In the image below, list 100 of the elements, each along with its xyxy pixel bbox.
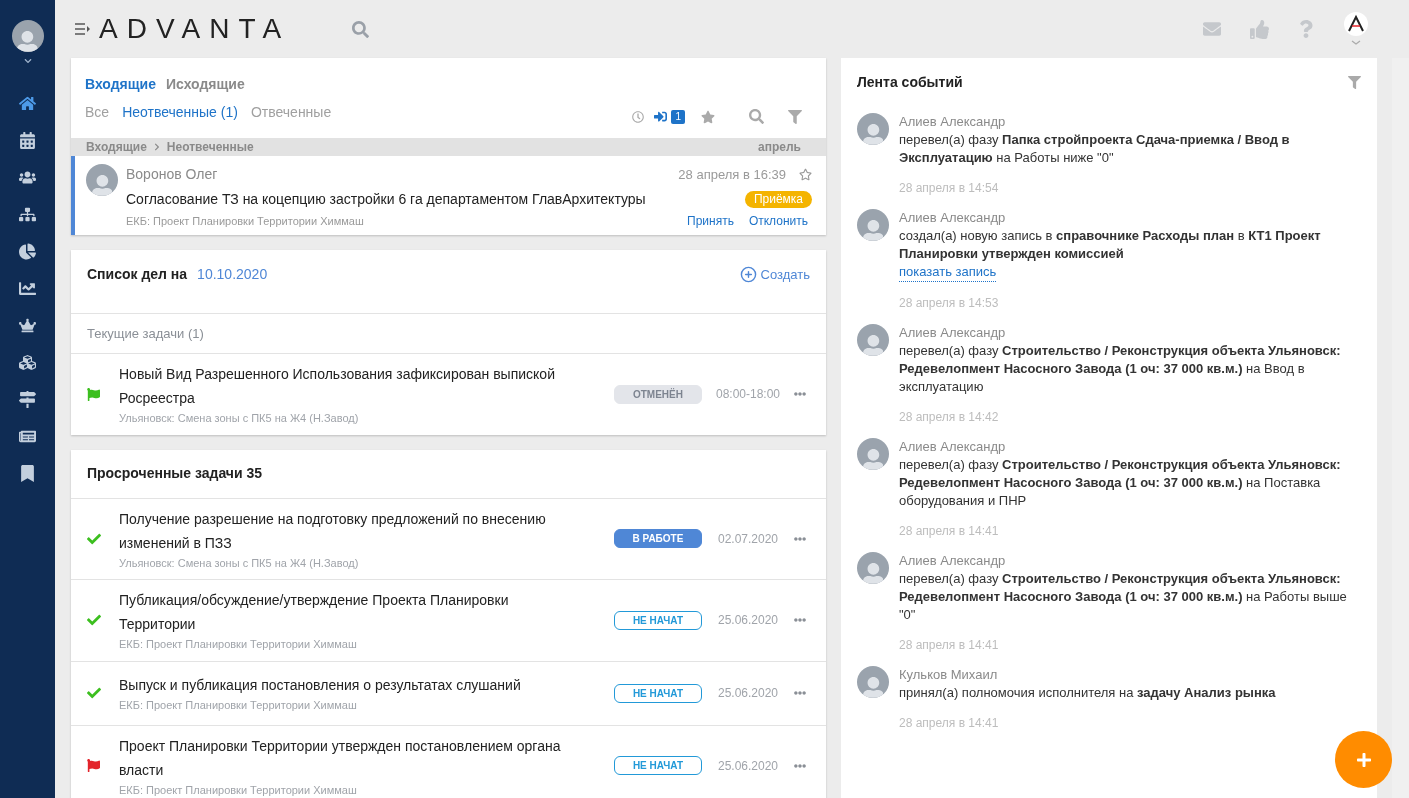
author-avatar — [857, 209, 889, 241]
search-icon[interactable] — [352, 20, 370, 38]
status-badge: ОТМЕНЁН — [614, 384, 702, 404]
author-avatar — [857, 113, 889, 145]
author-name[interactable]: Кульков Михаил — [899, 666, 1361, 684]
check-icon — [87, 613, 101, 628]
event-text: перевел(а) фазу Строительство / Реконструкция объекта Ульяновск: Редевелопмент Насосного Завода (1 оч: 37 000 кв.м.) на Ввод в эксплуатацию — [899, 342, 1342, 396]
feed-title: Лента событий — [857, 73, 963, 92]
logo[interactable]: ADVANTA — [99, 15, 291, 43]
filter-tab[interactable]: Неотвеченные (1) — [122, 102, 238, 123]
chevron-right-icon — [152, 143, 161, 151]
task-project: ЕКБ: Проект Планировки Территории Химмаш — [119, 637, 358, 652]
hierarchy-icon[interactable] — [19, 206, 36, 223]
task-project: Ульяновск: Смена зоны с ПК5 на Ж4 (Н.Завод) — [119, 411, 360, 426]
flag-icon — [87, 387, 100, 401]
task-title[interactable]: Новый Вид Разрешенного Использования зафиксирован выпиской Росреестра — [119, 362, 569, 410]
breadcrumb-item[interactable]: Входящие — [86, 138, 147, 156]
sender-avatar — [86, 164, 118, 196]
clock-icon[interactable] — [632, 110, 645, 123]
task-project: ЕКБ: Проект Планировки Территории Химмаш — [119, 782, 358, 798]
users-icon[interactable] — [19, 169, 36, 186]
todo-title: Список дел на — [87, 265, 188, 284]
event-time: 28 апреля в 14:42 — [899, 409, 1000, 426]
status-badge: НЕ НАЧАТ — [614, 756, 702, 776]
status-badge: НЕ НАЧАТ — [614, 683, 702, 703]
account-logo-icon[interactable] — [1343, 11, 1369, 47]
event-text: перевел(а) фазу Строительство / Реконструкция объекта Ульяновск: Редевелопмент Насосного Завода (1 оч: 37 000 кв.м.) на Работы выше "0" — [899, 570, 1348, 624]
event-time: 28 апреля в 14:54 — [899, 180, 1000, 197]
filter-icon[interactable] — [788, 109, 802, 124]
event-time: 28 апреля в 14:41 — [899, 523, 1000, 540]
author-name[interactable]: Алиев Александр — [899, 552, 1361, 570]
overdue-title: Просроченные задачи 35 — [87, 464, 263, 483]
action-link[interactable]: Отклонить — [748, 212, 808, 230]
breadcrumb-item[interactable]: Неотвеченные — [166, 138, 254, 156]
pie-chart-icon[interactable] — [19, 243, 36, 260]
filter-tab[interactable]: Отвеченные — [250, 102, 332, 123]
task-date: 25.06.2020 — [716, 612, 780, 630]
home-icon[interactable] — [19, 95, 36, 112]
task-date: 25.06.2020 — [716, 757, 780, 775]
user-avatar — [11, 20, 44, 52]
task-date: 02.07.2020 — [716, 530, 780, 548]
stage-badge: Приёмка — [744, 191, 812, 208]
month-label: апрель — [758, 139, 801, 156]
event-text: перевел(а) фазу Папка стройпроекта Сдача-приемка / Ввод в Эксплуатацию на Работы ниже "0" — [899, 131, 1291, 167]
plus-icon — [1355, 751, 1372, 768]
task-project: ЕКБ: Проект Планировки Территории Химмаш — [119, 697, 358, 713]
star-icon[interactable] — [701, 109, 715, 124]
author-avatar — [857, 324, 889, 356]
filter-tab[interactable]: Все — [85, 102, 110, 123]
inbox-tab[interactable]: Входящие — [85, 74, 156, 95]
author-avatar — [857, 666, 889, 698]
task-title[interactable]: Проект Планировки Территории утвержден постановлением органа власти — [119, 733, 569, 782]
event-text: принял(а) полномочия исполнителя на задачу Анализ рынка — [899, 684, 1277, 702]
message-project: ЕКБ: Проект Планировки Территории Химмаш — [126, 213, 364, 229]
show-record-link[interactable]: показать запись — [899, 263, 997, 282]
star-icon[interactable] — [799, 168, 812, 181]
newspaper-icon[interactable] — [19, 428, 36, 445]
search-icon[interactable] — [749, 109, 764, 124]
author-name[interactable]: Алиев Александр — [899, 113, 1361, 131]
create-button[interactable]: Создать — [739, 264, 810, 285]
calendar-icon[interactable] — [19, 132, 36, 149]
task-title[interactable]: Выпуск и публикация постановления о результатах слушаний — [119, 672, 569, 697]
sign-in-icon[interactable] — [654, 110, 668, 123]
check-icon — [87, 531, 101, 546]
status-badge: НЕ НАЧАТ — [614, 610, 702, 630]
message-item[interactable]: Воронов Олег 28 апреля в 16:39 Согласование ТЗ на коцепцию застройки 6 га департаментом ГлавАрхитектуры Приёмка ЕКБ: Проект Планировки Территории Химмаш Принять Отклонить — [71, 156, 826, 235]
task-date: 25.06.2020 — [716, 685, 780, 702]
action-link[interactable]: Принять — [687, 212, 734, 230]
task-title[interactable]: Получение разрешение на подготовку предложений по внесению изменений в ПЗЗ — [119, 506, 569, 555]
task-project: Ульяновск: Смена зоны с ПК5 на Ж4 (Н.Завод) — [119, 555, 360, 571]
author-avatar — [857, 552, 889, 584]
bookmark-icon[interactable] — [19, 465, 36, 482]
section-title: Текущие задачи (1) — [87, 324, 204, 343]
message-subject: Согласование ТЗ на коцепцию застройки 6 га департаментом ГлавАрхитектуры — [126, 190, 646, 209]
flag-icon — [87, 759, 100, 773]
author-avatar — [857, 438, 889, 470]
task-date: 08:00-18:00 — [714, 386, 782, 404]
author-name[interactable]: Алиев Александр — [899, 324, 1361, 342]
todo-date[interactable]: 10.10.2020 — [197, 264, 268, 285]
crown-icon[interactable] — [19, 317, 36, 334]
menu-icon[interactable] — [75, 23, 91, 35]
event-text: создал(а) новую запись в справочнике Расходы план в КТ1 Проект Планировки утвержден комиссией — [899, 227, 1322, 263]
count-badge: 1 — [671, 109, 685, 124]
status-badge: В РАБОТЕ — [614, 529, 702, 549]
sender-name: Воронов Олег — [126, 165, 218, 184]
inbox-tab[interactable]: Исходящие — [166, 74, 245, 95]
check-icon — [87, 686, 101, 700]
plus-circle-icon — [739, 266, 757, 283]
chevron-down-icon[interactable] — [23, 57, 32, 65]
scrollbar-track[interactable] — [1392, 58, 1409, 798]
line-chart-icon[interactable] — [19, 280, 36, 297]
thumbs-up-icon[interactable] — [1250, 19, 1269, 39]
event-text: перевел(а) фазу Строительство / Реконструкция объекта Ульяновск: Редевелопмент Насосного Завода (1 оч: 37 000 кв.м.) на Поставка оборудования и ПНР — [899, 456, 1342, 510]
task-title[interactable]: Публикация/обсуждение/утверждение Проекта Планировки Территории — [119, 588, 569, 636]
author-name[interactable]: Алиев Александр — [899, 209, 1361, 227]
cubes-icon[interactable] — [19, 354, 36, 371]
event-time: 28 апреля в 14:53 — [899, 295, 1000, 312]
filter-icon[interactable] — [1348, 76, 1361, 89]
signpost-icon[interactable] — [19, 391, 36, 408]
author-name[interactable]: Алиев Александр — [899, 438, 1361, 456]
